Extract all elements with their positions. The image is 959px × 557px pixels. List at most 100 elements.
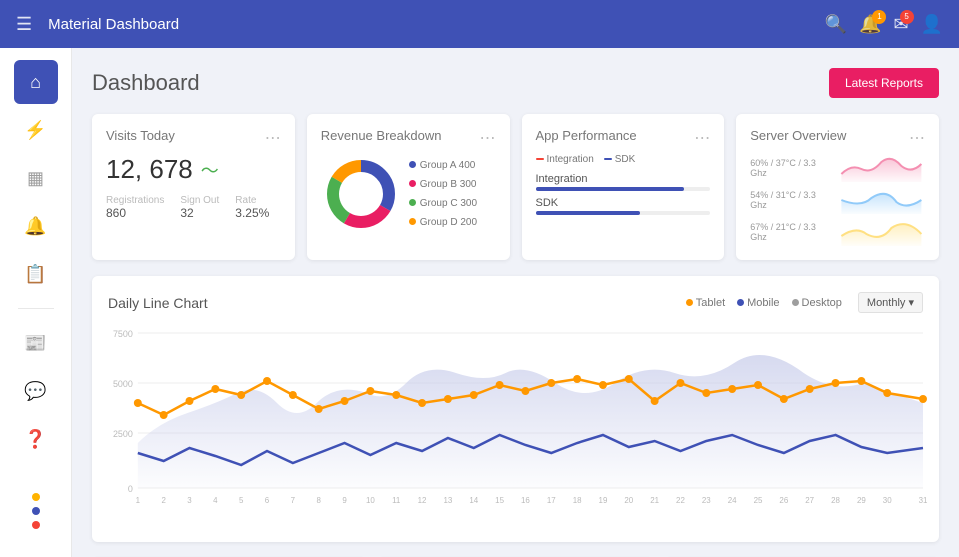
svg-text:16: 16 [521,496,530,505]
page-title: Dashboard [92,70,200,96]
svg-text:30: 30 [883,496,892,505]
visits-card-title: Visits Today [106,128,175,143]
chart-legend: Tablet Mobile Desktop [686,297,842,309]
sidebar-item-home[interactable]: ⌂ [14,60,58,104]
svg-text:22: 22 [676,496,685,505]
svg-text:2: 2 [161,496,166,505]
monthly-filter-button[interactable]: Monthly ▾ [858,292,923,313]
svg-text:7: 7 [291,496,296,505]
server-chart-2 [838,186,925,214]
line-chart-svg: 7500 5000 2500 0 [108,323,923,523]
server-chart-3 [838,218,925,246]
app-perf-legend: Integration SDK [536,154,711,165]
server-row-1: 60% / 37°C / 3.3 Ghz [750,154,925,182]
svg-text:14: 14 [469,496,478,505]
legend-sdk: SDK [604,154,636,165]
mail-icon[interactable]: ✉5 [893,14,908,35]
svg-text:31: 31 [919,496,928,505]
visits-today-card: Visits Today ⋯ 12, 678 〜 Registrations 8… [92,114,295,260]
sidebar-item-doc[interactable]: 📋 [14,252,58,296]
app-performance-card: App Performance ⋯ Integration SDK Integr… [522,114,725,260]
legend-group-a: Group A 400 [409,156,477,175]
server-chart-1 [838,154,925,182]
server-row-3: 67% / 21°C / 3.3 Ghz [750,218,925,246]
svg-text:29: 29 [857,496,866,505]
svg-text:12: 12 [418,496,427,505]
server-rows: 60% / 37°C / 3.3 Ghz 54% / 31°C / 3.3 Gh… [750,154,925,246]
svg-text:8: 8 [316,496,321,505]
svg-text:19: 19 [599,496,608,505]
app-perf-title: App Performance [536,128,637,143]
server-overview-card: Server Overview ⋯ 60% / 37°C / 3.3 Ghz 5… [736,114,939,260]
svg-text:1: 1 [136,496,141,505]
layout: ⌂ ⚡ ▦ 🔔 📋 📰 💬 ❓ Dashboard Latest Reports… [0,48,959,557]
sidebar-item-news[interactable]: 📰 [14,321,58,365]
svg-text:27: 27 [805,496,814,505]
main-content: Dashboard Latest Reports Visits Today ⋯ … [72,48,959,557]
svg-text:4: 4 [213,496,218,505]
svg-text:5: 5 [239,496,244,505]
cards-row: Visits Today ⋯ 12, 678 〜 Registrations 8… [92,114,939,260]
svg-text:21: 21 [650,496,659,505]
sidebar-item-chat[interactable]: 💬 [14,369,58,413]
topnav-icons: 🔍 🔔1 ✉5 👤 [825,14,943,35]
mail-badge: 5 [900,10,914,24]
chart-controls: Tablet Mobile Desktop Monthly ▾ [686,292,923,313]
svg-text:17: 17 [547,496,556,505]
search-icon[interactable]: 🔍 [825,14,847,35]
legend-tablet: Tablet [686,297,725,309]
revenue-donut [321,154,401,234]
legend-group-b: Group B 300 [409,175,477,194]
server-header: Server Overview ⋯ [750,128,925,148]
app-title: Material Dashboard [48,16,809,33]
app-perf-header: App Performance ⋯ [536,128,711,148]
progress-integration: Integration [536,173,711,191]
sidebar-item-bell[interactable]: 🔔 [14,204,58,248]
legend-group-c: Group C 300 [409,194,477,213]
svg-text:23: 23 [702,496,711,505]
visits-card-menu[interactable]: ⋯ [265,128,281,148]
sidebar: ⌂ ⚡ ▦ 🔔 📋 📰 💬 ❓ [0,48,72,557]
revenue-card-menu[interactable]: ⋯ [480,128,496,148]
svg-text:15: 15 [495,496,504,505]
revenue-legend: Group A 400 Group B 300 Group C 300 Grou… [409,156,477,232]
sidebar-dots [32,493,40,545]
svg-text:28: 28 [831,496,840,505]
svg-text:13: 13 [443,496,452,505]
server-row-2: 54% / 31°C / 3.3 Ghz [750,186,925,214]
sidebar-divider [18,308,54,309]
yellow-dot [32,493,40,501]
sidebar-item-help[interactable]: ❓ [14,417,58,461]
svg-text:26: 26 [779,496,788,505]
server-card-menu[interactable]: ⋯ [909,128,925,148]
visits-value: 12, 678 〜 [106,154,281,185]
sidebar-item-lightning[interactable]: ⚡ [14,108,58,152]
svg-text:5000: 5000 [113,379,133,389]
visits-stat-signout: Sign Out 32 [180,195,219,220]
svg-text:3: 3 [187,496,192,505]
server-label-1: 60% / 37°C / 3.3 Ghz [750,158,830,178]
visits-stats: Registrations 860 Sign Out 32 Rate 3.25% [106,195,281,220]
visits-card-header: Visits Today ⋯ [106,128,281,148]
visits-stat-rate: Rate 3.25% [235,195,269,220]
svg-text:7500: 7500 [113,329,133,339]
server-label-3: 67% / 21°C / 3.3 Ghz [750,222,830,242]
svg-text:2500: 2500 [113,429,133,439]
blue-dot [32,507,40,515]
progress-bar-sdk [536,211,641,215]
svg-text:18: 18 [573,496,582,505]
svg-text:11: 11 [392,496,401,505]
legend-desktop: Desktop [792,297,842,309]
svg-text:25: 25 [754,496,763,505]
notification-icon[interactable]: 🔔1 [859,14,881,35]
legend-mobile: Mobile [737,297,779,309]
menu-icon[interactable]: ☰ [16,14,32,35]
topnav: ☰ Material Dashboard 🔍 🔔1 ✉5 👤 [0,0,959,48]
user-icon[interactable]: 👤 [921,14,943,35]
trend-up-icon: 〜 [201,157,219,183]
app-perf-menu[interactable]: ⋯ [694,128,710,148]
line-chart-card: Daily Line Chart Tablet Mobile Desktop M… [92,276,939,542]
svg-text:0: 0 [128,484,133,494]
latest-reports-button[interactable]: Latest Reports [829,68,939,98]
sidebar-item-grid[interactable]: ▦ [14,156,58,200]
